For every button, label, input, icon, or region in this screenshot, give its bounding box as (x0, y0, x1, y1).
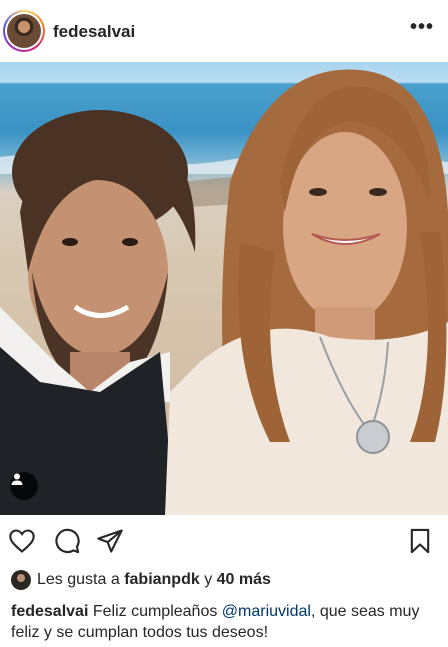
comment-icon[interactable] (53, 527, 81, 555)
caption-text-before: Feliz cumpleaños (92, 603, 218, 620)
likes-connector: y (204, 571, 213, 588)
other-likes-count[interactable]: 40 más (217, 571, 271, 589)
caption-mention[interactable]: @mariuvidal (222, 603, 311, 620)
caption-username[interactable]: fedesalvai (11, 603, 88, 620)
more-options-icon[interactable]: ••• (410, 16, 434, 39)
send-icon[interactable] (96, 527, 124, 555)
heart-icon[interactable] (8, 527, 36, 555)
post-photo[interactable] (0, 62, 448, 515)
liker-avatar (11, 570, 31, 590)
post-action-bar (0, 515, 448, 567)
post-caption: fedesalvai Feliz cumpleaños @mariuvidal,… (11, 601, 441, 643)
post-header: fedesalvai ••• (0, 0, 448, 62)
post-username[interactable]: fedesalvai (53, 22, 135, 42)
bookmark-icon[interactable] (406, 527, 434, 555)
likes-prefix: Les gusta a (37, 571, 120, 588)
profile-avatar[interactable] (3, 10, 45, 52)
person-tag-icon (11, 473, 23, 485)
tagged-people-button[interactable] (10, 472, 38, 500)
photo-illustration (0, 69, 448, 515)
likes-summary[interactable]: Les gusta a fabianpdk y 40 más (11, 570, 271, 590)
first-liker-username[interactable]: fabianpdk (124, 571, 200, 589)
